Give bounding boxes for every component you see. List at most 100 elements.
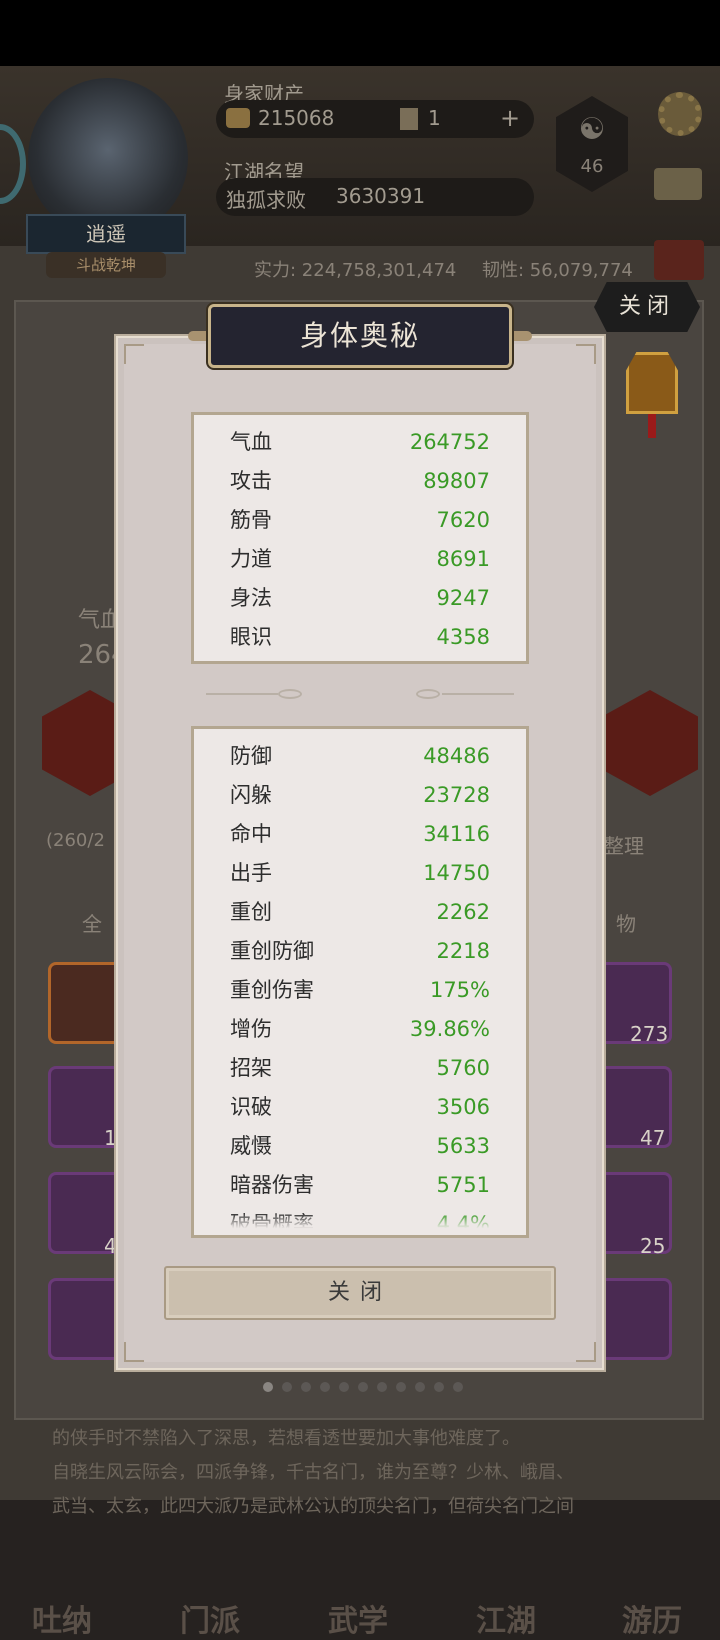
stat-name: 闪躲	[230, 783, 272, 807]
stat-row: 增伤 39.86%	[194, 1010, 526, 1049]
nav-sect[interactable]: 门派	[180, 1596, 240, 1640]
stat-row: 重创 2262	[194, 893, 526, 932]
stat-row: 眼识 4358	[194, 618, 526, 657]
nav-tuna[interactable]: 吐纳	[32, 1596, 92, 1640]
story-line: 自晓生风云际会，四派争锋，千古名门，谁为至尊？少林、峨眉、	[52, 1462, 574, 1483]
yin-yang-icon: ☯	[578, 112, 606, 147]
stat-row: 招架 5760	[194, 1049, 526, 1088]
stat-name: 增伤	[230, 1017, 272, 1041]
stat-value: 89807	[423, 469, 490, 493]
nav-travel[interactable]: 游历	[622, 1596, 682, 1640]
page-dot[interactable]	[282, 1382, 292, 1392]
stat-name: 招架	[230, 1056, 272, 1080]
page-dot[interactable]	[415, 1382, 425, 1392]
stat-row: 闪躲 23728	[194, 776, 526, 815]
stat-value: 3506	[436, 1095, 490, 1119]
stat-name: 重创防御	[230, 939, 314, 963]
add-currency-button[interactable]: +	[500, 104, 520, 132]
page-dot[interactable]	[396, 1382, 406, 1392]
stat-value: 23728	[423, 783, 490, 807]
inventory-tile[interactable]	[48, 1278, 126, 1360]
stat-row: 命中 34116	[194, 815, 526, 854]
stat-name: 暗器伤害	[230, 1173, 314, 1197]
nav-martial-arts[interactable]: 武学	[328, 1596, 388, 1640]
close-top-button[interactable]: 关闭	[594, 282, 700, 332]
stat-value: 5760	[436, 1056, 490, 1080]
tile-count: 47	[640, 1126, 666, 1150]
fame-value: 3630391	[336, 184, 426, 208]
stat-name: 防御	[230, 744, 272, 768]
ticket-value: 1	[428, 106, 441, 130]
page-dot[interactable]	[301, 1382, 311, 1392]
stat-value: 9247	[436, 586, 490, 610]
level-value: 46	[580, 156, 604, 177]
story-line: 武当、太玄，此四大派乃是武林公认的顶尖名门，但荷尖名门之间	[52, 1496, 574, 1517]
stat-value: 2262	[436, 900, 490, 924]
player-name: 逍遥	[26, 214, 186, 254]
stat-value: 5751	[436, 1173, 490, 1197]
stat-row: 重创伤害 175%	[194, 971, 526, 1010]
mail-icon[interactable]	[654, 168, 702, 200]
stat-row: 暗器伤害 5751	[194, 1166, 526, 1205]
filter-item-tab[interactable]: 物	[616, 908, 636, 937]
stat-name: 重创伤害	[230, 978, 314, 1002]
divider	[442, 693, 514, 695]
gold-value: 215068	[258, 106, 335, 130]
divider-ornament	[278, 689, 302, 699]
page-dot[interactable]	[263, 1382, 273, 1392]
inventory-tile[interactable]	[594, 1278, 672, 1360]
stat-value: 2218	[436, 939, 490, 963]
player-title: 斗战乾坤	[46, 252, 166, 278]
stat-value: 4358	[436, 625, 490, 649]
stat-name: 身法	[230, 586, 272, 610]
stat-value: 5633	[436, 1134, 490, 1158]
advanced-stats-panel[interactable]: 防御 48486 闪躲 23728 命中 34116 出手 14750 重创 2262 重创防御 22…	[191, 726, 529, 1238]
stat-row: 识破 3506	[194, 1088, 526, 1127]
bag-capacity: (260/2	[46, 830, 105, 851]
page-dot[interactable]	[453, 1382, 463, 1392]
divider-ornament	[416, 689, 440, 699]
stat-name: 命中	[230, 822, 272, 846]
page-dot[interactable]	[434, 1382, 444, 1392]
page-dot[interactable]	[339, 1382, 349, 1392]
tile-count: 273	[630, 1022, 669, 1046]
page-dot[interactable]	[320, 1382, 330, 1392]
filter-all-tab[interactable]: 全	[82, 908, 102, 937]
faction-name: 独孤求败	[226, 188, 306, 212]
stat-value: 39.86%	[409, 1017, 490, 1041]
page-dot[interactable]	[358, 1382, 368, 1392]
stat-row: 防御 48486	[194, 737, 526, 776]
stat-value: 8691	[436, 547, 490, 571]
tile-count: 1	[104, 1126, 117, 1150]
inventory-tile[interactable]	[48, 962, 126, 1044]
stat-value: 48486	[423, 744, 490, 768]
talisman-icon[interactable]	[626, 352, 678, 438]
nav-jianghu[interactable]: 江湖	[476, 1596, 536, 1640]
page-dot[interactable]	[377, 1382, 387, 1392]
stat-value: 175%	[429, 978, 490, 1002]
stat-name: 眼识	[230, 625, 272, 649]
basic-stats-panel: 气血 264752 攻击 89807 筋骨 7620 力道 8691 身法 9247 眼识 4358	[191, 412, 529, 664]
stat-row: 攻击 89807	[194, 462, 526, 501]
close-bottom-button[interactable]: 关闭	[164, 1266, 556, 1320]
power-line: 实力: 224,758,301,474	[254, 260, 457, 281]
story-line: 的侠手时不禁陷入了深思，若想看透世要加大事他难度了。	[52, 1428, 520, 1449]
settings-gear-icon[interactable]	[658, 92, 702, 136]
tile-count: 4	[104, 1234, 117, 1258]
status-bar	[0, 0, 720, 66]
toughness-line: 韧性: 56,079,774	[482, 260, 633, 281]
ticket-icon	[400, 108, 418, 130]
stat-name: 出手	[230, 861, 272, 885]
stat-name: 攻击	[230, 469, 272, 493]
divider	[206, 693, 278, 695]
modal-title: 身体奥秘	[299, 319, 420, 352]
rank-button[interactable]	[654, 240, 704, 280]
stat-value: 7620	[436, 508, 490, 532]
stat-name: 筋骨	[230, 508, 272, 532]
tile-count: 25	[640, 1234, 666, 1258]
stat-name: 识破	[230, 1095, 272, 1119]
sort-button[interactable]: 整理	[604, 830, 644, 859]
stat-name: 重创	[230, 900, 272, 924]
stat-name: 威慑	[230, 1134, 272, 1158]
stat-row: 重创防御 2218	[194, 932, 526, 971]
